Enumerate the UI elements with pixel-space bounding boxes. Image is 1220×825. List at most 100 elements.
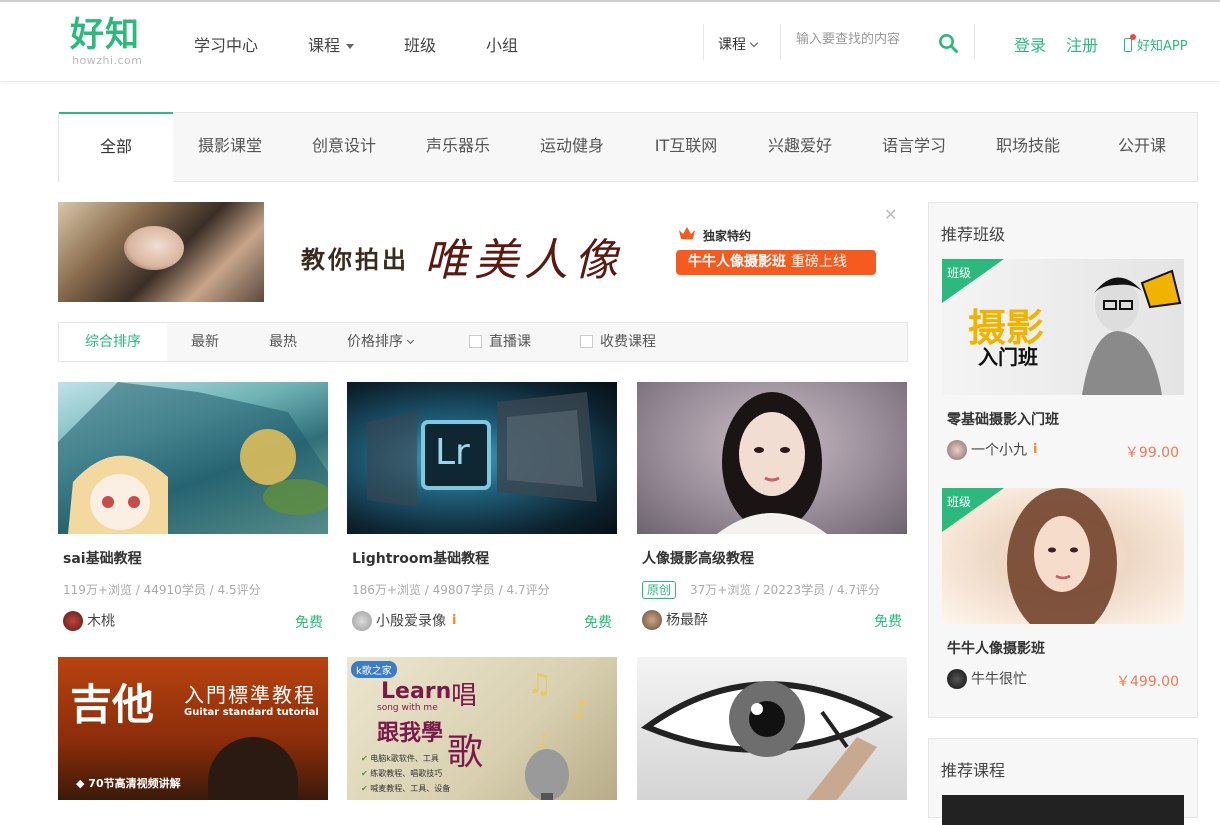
svg-text:♫: ♫ (527, 667, 552, 700)
avatar[interactable] (352, 610, 372, 631)
tab-music[interactable]: 声乐器乐 (401, 113, 515, 181)
crown-icon (679, 227, 695, 239)
banner-exclusive: 独家特约 (703, 229, 752, 243)
class-thumbnail[interactable]: 摄影 入门班 班级 (942, 259, 1184, 395)
eye-drawing (640, 681, 894, 800)
sort-bar: 综合排序 最新 最热 价格排序 直播课 收费课程 (58, 322, 908, 362)
tab-photography[interactable]: 摄影课堂 (173, 113, 287, 181)
class-card[interactable]: 摄影 入门班 班级 零基础摄影入门班 一个小九 i ￥99.00 (942, 259, 1184, 461)
course-thumbnail[interactable] (58, 382, 328, 534)
class-title[interactable]: 零基础摄影入门班 (942, 409, 1184, 429)
sort-default[interactable]: 综合排序 (59, 323, 167, 361)
course-card[interactable]: 人像摄影高级教程 原创 37万+浏览 / 20223学员 / 4.7评分 杨最醉 … (637, 382, 907, 631)
caret-down-icon (346, 44, 355, 49)
nav-learning-center[interactable]: 学习中心 (194, 32, 258, 56)
nav-groups[interactable]: 小组 (486, 32, 518, 56)
close-icon[interactable]: ✕ (884, 205, 897, 224)
course-card[interactable]: sai基础教程 119万+浏览 / 44910学员 / 4.5评分 木桃 免费 (58, 382, 328, 632)
class-card[interactable]: 班级 牛牛人像摄影班 牛牛很忙 ￥499.00 (942, 488, 1184, 690)
chevron-down-icon (406, 336, 415, 345)
tab-languages[interactable]: 语言学习 (857, 113, 971, 181)
course-rating: 4.5评分 (217, 583, 261, 597)
tab-hobbies[interactable]: 兴趣爱好 (743, 113, 857, 181)
course-stats: 原创 37万+浏览 / 20223学员 / 4.7评分 (637, 581, 907, 599)
course-stats: 186万+浏览 / 49807学员 / 4.7评分 (352, 583, 550, 597)
sort-newest[interactable]: 最新 (191, 323, 219, 361)
search-input[interactable] (796, 32, 910, 47)
search-icon[interactable] (938, 33, 958, 53)
filter-paid-label: 收费课程 (600, 334, 656, 350)
guitar-note: ◆ 70节高清视频讲解 (76, 777, 181, 790)
tab-it-internet[interactable]: IT互联网 (629, 113, 743, 181)
sidebar-title: 推荐班级 (941, 225, 1006, 244)
vip-icon: i (1033, 442, 1038, 457)
course-author[interactable]: 木桃 (87, 614, 115, 630)
course-thumbnail[interactable] (637, 382, 907, 534)
class-author[interactable]: 一个小九 (971, 443, 1027, 459)
tab-fitness[interactable]: 运动健身 (515, 113, 629, 181)
avatar[interactable] (947, 668, 967, 689)
tab-all[interactable]: 全部 (59, 112, 173, 182)
sing-cn1: 唱 (451, 681, 478, 711)
sing-item: ✔ 喊麦教程、工具、设备 (361, 784, 451, 793)
app-download-link[interactable]: 好知APP (1124, 34, 1188, 54)
course-price: 免费 (584, 615, 612, 631)
course-illustration (58, 382, 328, 534)
header: 好知 howzhi.com 学习中心 课程 班级 小组 课程 登录 注册 好知A… (0, 2, 1220, 82)
course-students: 49807学员 (432, 583, 495, 597)
banner-text-1: 教你拍出 (301, 246, 409, 274)
sing-cn2: 跟我學 (377, 721, 444, 746)
class-author[interactable]: 牛牛很忙 (971, 672, 1027, 688)
course-thumbnail[interactable] (637, 657, 907, 800)
course-thumbnail[interactable]: Lr (347, 382, 617, 534)
chevron-down-icon (749, 38, 759, 48)
tab-open-courses[interactable]: 公开课 (1085, 113, 1199, 181)
tab-creative-design[interactable]: 创意设计 (287, 113, 401, 181)
filter-live[interactable]: 直播课 (469, 323, 531, 361)
register-link[interactable]: 注册 (1066, 32, 1098, 56)
tab-career[interactable]: 职场技能 (971, 113, 1085, 181)
app-label: 好知APP (1137, 39, 1188, 54)
course-price: 免费 (295, 615, 323, 631)
filter-paid[interactable]: 收费课程 (580, 323, 656, 361)
course-rating: 4.7评分 (506, 583, 550, 597)
live-checkbox[interactable] (469, 335, 482, 348)
course-views: 186万+浏览 (352, 583, 421, 597)
class-tag: 班级 (947, 495, 972, 509)
class-person (1082, 269, 1182, 395)
course-author[interactable]: 杨最醉 (666, 613, 708, 629)
login-link[interactable]: 登录 (1014, 32, 1046, 56)
search-scope-select[interactable]: 课程 (718, 34, 759, 54)
guitar-person (208, 737, 298, 800)
nav-courses[interactable]: 课程 (308, 32, 355, 56)
avatar[interactable] (63, 610, 83, 631)
course-title[interactable]: sai基础教程 (58, 548, 328, 568)
sort-price[interactable]: 价格排序 (347, 323, 415, 361)
course-card[interactable]: k歌之家 Learn 唱 song with me 跟我學 歌 ✔ 电脑k歌软件… (347, 657, 617, 800)
course-card[interactable]: 吉他 入門標準教程 Guitar standard tutorial ◆ 70节… (58, 657, 328, 800)
nav-classes[interactable]: 班级 (404, 32, 436, 56)
sort-hottest[interactable]: 最热 (269, 323, 297, 361)
course-thumbnail[interactable]: 吉他 入門標準教程 Guitar standard tutorial ◆ 70节… (58, 657, 328, 800)
logo[interactable]: 好知 howzhi.com (70, 16, 143, 67)
sing-item-text: 喊麦教程、工具、设备 (370, 784, 451, 793)
promo-banner[interactable]: 教你拍出 唯美人像 独家特约 牛牛人像摄影班 重磅上线 (58, 202, 898, 302)
nav-courses-label: 课程 (308, 36, 341, 55)
class-thumbnail[interactable]: 班级 (942, 488, 1184, 624)
guitar-title: 吉他 (70, 680, 155, 729)
course-card[interactable] (637, 657, 907, 800)
course-author[interactable]: 小殷爱录像 (376, 614, 446, 630)
course-card[interactable]: Lr Lightroom基础教程 186万+浏览 / 49807学员 / 4.7… (347, 382, 617, 632)
course-title[interactable]: Lightroom基础教程 (347, 548, 617, 568)
course-stats: 119万+浏览 / 44910学员 / 4.5评分 (63, 583, 261, 597)
avatar[interactable] (642, 609, 662, 630)
phone-icon (1124, 34, 1136, 52)
avatar[interactable] (947, 439, 967, 460)
class-title[interactable]: 牛牛人像摄影班 (942, 638, 1184, 658)
search-scope-label: 课程 (718, 37, 746, 53)
course-title[interactable]: 人像摄影高级教程 (637, 548, 907, 568)
course-footer: 杨最醉 免费 (637, 609, 907, 631)
course-thumbnail[interactable]: k歌之家 Learn 唱 song with me 跟我學 歌 ✔ 电脑k歌软件… (347, 657, 617, 800)
course-illustration (717, 392, 827, 534)
paid-checkbox[interactable] (580, 335, 593, 348)
